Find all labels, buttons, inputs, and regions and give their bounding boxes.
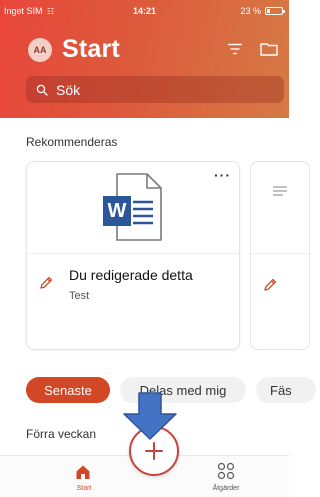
down-arrow-icon — [123, 392, 177, 440]
file-subtitle: Test — [69, 290, 90, 302]
tab-label: Åtgärder — [212, 485, 240, 492]
filter-pinned[interactable]: Fäs — [256, 377, 316, 403]
search-placeholder: Sök — [56, 81, 81, 98]
avatar[interactable]: AA — [28, 38, 52, 62]
search-input[interactable]: Sök — [26, 76, 284, 103]
plus-icon — [145, 442, 163, 460]
filter-icon[interactable] — [228, 43, 242, 55]
status-bar: Inget SIM ☷ 14:21 23 % — [0, 6, 289, 20]
file-card[interactable]: W ··· Du redigerade detta Test — [26, 161, 240, 350]
section-title-last-week: Förra veckan — [26, 427, 97, 441]
header: Inget SIM ☷ 14:21 23 % AA Start Sök — [0, 0, 289, 118]
grid-icon — [217, 462, 235, 480]
file-thumbnail: W — [27, 162, 239, 254]
tab-start[interactable]: Start — [62, 456, 106, 497]
tab-actions[interactable]: Åtgärder — [198, 456, 254, 497]
edit-icon — [264, 278, 277, 291]
word-document-icon: W — [103, 173, 162, 241]
filter-recent[interactable]: Senaste — [26, 377, 110, 403]
battery-status: 23 % — [240, 6, 285, 16]
battery-percent: 23 % — [240, 6, 261, 16]
edit-icon — [40, 276, 53, 289]
wifi-icon: ☷ — [47, 7, 55, 16]
battery-icon — [265, 7, 285, 15]
more-icon[interactable]: ··· — [214, 168, 231, 182]
carrier-text: Inget SIM — [4, 6, 43, 16]
document-lines-icon — [273, 186, 287, 196]
page-title: Start — [62, 35, 120, 63]
carrier-label: Inget SIM ☷ — [4, 6, 54, 16]
file-card[interactable] — [250, 161, 310, 350]
search-icon — [36, 84, 48, 96]
home-icon — [76, 465, 90, 479]
tab-label: Start — [76, 485, 92, 492]
folder-icon[interactable] — [260, 42, 278, 56]
file-name: Du redigerade detta — [69, 267, 193, 283]
section-title-recommended: Rekommenderas — [26, 135, 118, 149]
file-thumbnail — [251, 162, 309, 254]
svg-text:W: W — [108, 200, 127, 222]
